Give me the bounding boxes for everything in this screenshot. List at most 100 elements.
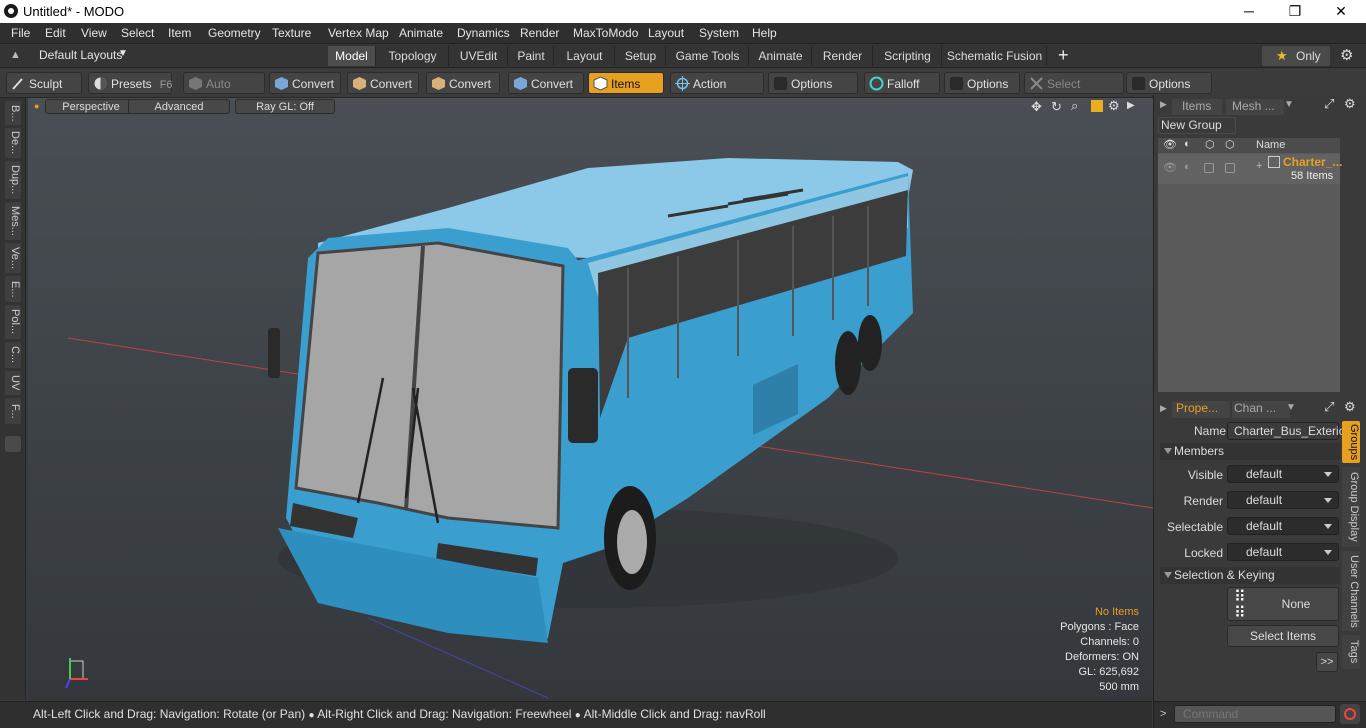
options-button-2[interactable]: Options <box>944 72 1020 94</box>
group-row[interactable]: 👁 ◐ + Charter_... 58 Items <box>1158 154 1342 184</box>
convert-button-1[interactable]: Convert <box>269 72 341 94</box>
menu-file[interactable]: File <box>11 26 30 40</box>
tab-properties[interactable]: Prope... <box>1172 401 1230 418</box>
expand-icon[interactable]: ⤢ <box>1324 96 1334 112</box>
menu-help[interactable]: Help <box>752 26 777 40</box>
chevron-down-icon[interactable]: ▼ <box>118 48 128 59</box>
menu-vertex-map[interactable]: Vertex Map <box>328 26 389 40</box>
select-items-button[interactable]: Select Items <box>1227 625 1339 647</box>
gear-icon[interactable]: ⚙ <box>1340 46 1353 64</box>
tab-schematic-fusion[interactable]: Schematic Fusion <box>943 46 1047 66</box>
menu-edit[interactable]: Edit <box>45 26 66 40</box>
default-layouts-dropdown[interactable]: Default Layouts <box>39 48 122 62</box>
action-center-button[interactable]: Action Center <box>670 72 764 113</box>
menu-select[interactable]: Select <box>121 26 154 40</box>
command-input[interactable] <box>1174 705 1336 723</box>
menu-render[interactable]: Render <box>520 26 559 40</box>
add-tab-icon[interactable]: + <box>1058 45 1069 66</box>
left-tab-c[interactable]: C... <box>5 342 21 368</box>
menu-texture[interactable]: Texture <box>272 26 311 40</box>
gear-icon[interactable]: ⚙ <box>1344 399 1356 415</box>
tab-animate[interactable]: Animate <box>750 46 812 66</box>
layout-collapse-icon[interactable]: ▲ <box>10 49 21 61</box>
options-button-1[interactable]: Options <box>768 72 858 94</box>
menu-dynamics[interactable]: Dynamics <box>457 26 510 40</box>
side-tab-groups[interactable]: Groups <box>1342 421 1360 463</box>
left-tab-f[interactable]: F... <box>5 398 21 424</box>
expand-plus-icon[interactable]: + <box>1256 160 1262 172</box>
left-tab-pol[interactable]: Pol... <box>5 305 21 339</box>
select-toggle[interactable] <box>1204 163 1214 173</box>
visible-dropdown[interactable]: default <box>1227 465 1339 483</box>
eye-icon[interactable]: 👁 <box>1163 161 1177 174</box>
tab-items[interactable]: Items <box>1172 99 1222 115</box>
menu-animate[interactable]: Animate <box>399 26 443 40</box>
side-tab-tags[interactable]: Tags <box>1342 635 1360 669</box>
chevron-down-icon[interactable]: ▼ <box>1284 99 1294 110</box>
left-strip-toggle[interactable] <box>5 436 21 452</box>
options-button-3[interactable]: Options <box>1126 72 1212 94</box>
convert-button-2[interactable]: Convert <box>347 72 419 94</box>
presets-icon <box>94 77 107 90</box>
left-tab-de[interactable]: De... <box>5 128 21 158</box>
tab-model[interactable]: Model <box>328 46 376 66</box>
sculpt-button[interactable]: Sculpt <box>6 72 82 94</box>
menu-geometry[interactable]: Geometry <box>208 26 261 40</box>
falloff-button[interactable]: Falloff <box>864 72 940 94</box>
new-group-button[interactable]: New Group <box>1158 117 1236 134</box>
record-button[interactable] <box>1340 704 1360 724</box>
presets-button[interactable]: Presets F6 <box>88 72 173 94</box>
3d-viewport[interactable]: ● Perspective Advanced Ray GL: Off ✥ ↻ ⌕… <box>28 98 1153 701</box>
tab-mesh[interactable]: Mesh ... <box>1226 99 1284 115</box>
minimize-button[interactable]: ─ <box>1226 0 1272 23</box>
menu-maxtomodo[interactable]: MaxToModo <box>573 26 638 40</box>
menu-layout[interactable]: Layout <box>648 26 684 40</box>
left-tab-ve[interactable]: Ve... <box>5 243 21 273</box>
tab-render[interactable]: Render <box>813 46 873 66</box>
lock-toggle[interactable] <box>1225 163 1235 173</box>
left-tab-mes[interactable]: Mes... <box>5 202 21 240</box>
left-tab-b[interactable]: B... <box>5 101 21 125</box>
more-button[interactable]: >> <box>1316 652 1338 672</box>
tab-channels[interactable]: Chan ... <box>1232 401 1290 418</box>
only-toggle[interactable]: ★ Only <box>1262 46 1330 66</box>
close-button[interactable]: ✕ <box>1318 0 1364 23</box>
selection-keying-section[interactable]: Selection & Keying <box>1160 567 1340 584</box>
menu-system[interactable]: System <box>699 26 739 40</box>
side-tab-group-display[interactable]: Group Display <box>1342 467 1360 547</box>
gear-icon[interactable]: ⚙ <box>1344 96 1356 112</box>
items-list[interactable]: 👁 ◐ ⬡ ⬡ Name 👁 ◐ + Charter_... 58 Items <box>1158 138 1342 392</box>
tab-uvedit[interactable]: UVEdit <box>450 46 508 66</box>
side-tab-user-channels[interactable]: User Channels <box>1342 551 1360 631</box>
tab-scripting[interactable]: Scripting <box>874 46 942 66</box>
tab-layout[interactable]: Layout <box>555 46 615 66</box>
members-section[interactable]: Members <box>1160 443 1340 460</box>
chevron-down-icon[interactable]: ▼ <box>1286 402 1296 413</box>
expand-icon[interactable]: ⤢ <box>1324 399 1334 415</box>
left-tab-uv[interactable]: UV <box>5 371 21 395</box>
render-icon[interactable]: ◐ <box>1184 161 1191 173</box>
panel-menu-icon[interactable]: ▶ <box>1160 99 1167 110</box>
left-tab-dup[interactable]: Dup... <box>5 161 21 199</box>
selectable-dropdown[interactable]: default <box>1227 517 1339 535</box>
tab-topology[interactable]: Topology <box>377 46 449 66</box>
items-mode-button[interactable]: Items <box>588 72 664 94</box>
render-dropdown[interactable]: default <box>1227 491 1339 509</box>
maximize-button[interactable]: ❐ <box>1272 0 1318 23</box>
panel-menu-icon[interactable]: ▶ <box>1160 403 1167 414</box>
select-through-button[interactable]: Select Through <box>1024 72 1124 113</box>
name-field[interactable]: Charter_Bus_Exterio <box>1227 422 1345 440</box>
none-keying-button[interactable]: ⠿ ⠿ None <box>1227 587 1339 622</box>
menu-view[interactable]: View <box>81 26 107 40</box>
options-icon <box>950 77 963 90</box>
auto-select-button[interactable]: Auto Select <box>183 72 265 113</box>
convert-button-4[interactable]: Convert <box>508 72 584 94</box>
right-panel: ▶ Items Mesh ... ▼ ⤢ ⚙ New Group 👁 ◐ ⬡ ⬡… <box>1153 95 1366 728</box>
left-tab-e[interactable]: E... <box>5 276 21 302</box>
tab-game-tools[interactable]: Game Tools <box>667 46 749 66</box>
convert-button-3[interactable]: Convert <box>426 72 500 94</box>
tab-setup[interactable]: Setup <box>616 46 666 66</box>
tab-paint[interactable]: Paint <box>509 46 554 66</box>
locked-dropdown[interactable]: default <box>1227 543 1339 561</box>
menu-item[interactable]: Item <box>168 26 191 40</box>
